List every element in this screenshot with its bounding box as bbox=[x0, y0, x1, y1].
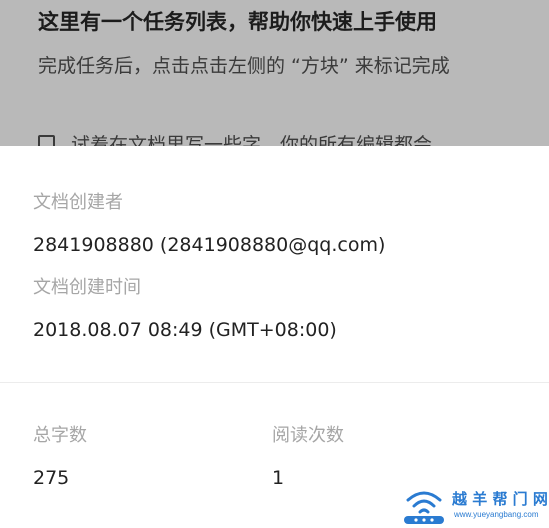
created-time-value: 2018.08.07 08:49 (GMT+08:00) bbox=[33, 319, 337, 341]
document-title: 这里有一个任务列表，帮助你快速上手使用 bbox=[38, 10, 437, 34]
watermark-name: 越 羊 帮 门 网 bbox=[452, 490, 548, 508]
creator-label: 文档创建者 bbox=[33, 192, 123, 213]
checkbox-icon[interactable] bbox=[38, 135, 55, 146]
document-background: 这里有一个任务列表，帮助你快速上手使用 完成任务后，点击点击左侧的 “方块” 来… bbox=[0, 0, 549, 146]
document-info-sheet: 文档创建者 2841908880 (2841908880@qq.com) 文档创… bbox=[0, 146, 549, 528]
creator-value: 2841908880 (2841908880@qq.com) bbox=[33, 234, 386, 256]
section-divider bbox=[0, 382, 549, 383]
task-item-text: 试着在文档里写一些字，你的所有编辑都会 bbox=[71, 134, 433, 146]
created-time-label: 文档创建时间 bbox=[33, 277, 141, 298]
read-count-value: 1 bbox=[272, 467, 285, 489]
word-count-value: 275 bbox=[33, 467, 70, 489]
site-watermark: 越 羊 帮 门 网 www.yueyangbang.com bbox=[400, 484, 549, 528]
watermark-url: www.yueyangbang.com bbox=[454, 510, 539, 519]
document-paragraph: 完成任务后，点击点击左侧的 “方块” 来标记完成 bbox=[38, 55, 450, 77]
task-item[interactable]: 试着在文档里写一些字，你的所有编辑都会 bbox=[38, 130, 432, 146]
wifi-logo-icon bbox=[404, 491, 444, 524]
read-count-label: 阅读次数 bbox=[272, 425, 344, 446]
word-count-label: 总字数 bbox=[33, 425, 87, 446]
